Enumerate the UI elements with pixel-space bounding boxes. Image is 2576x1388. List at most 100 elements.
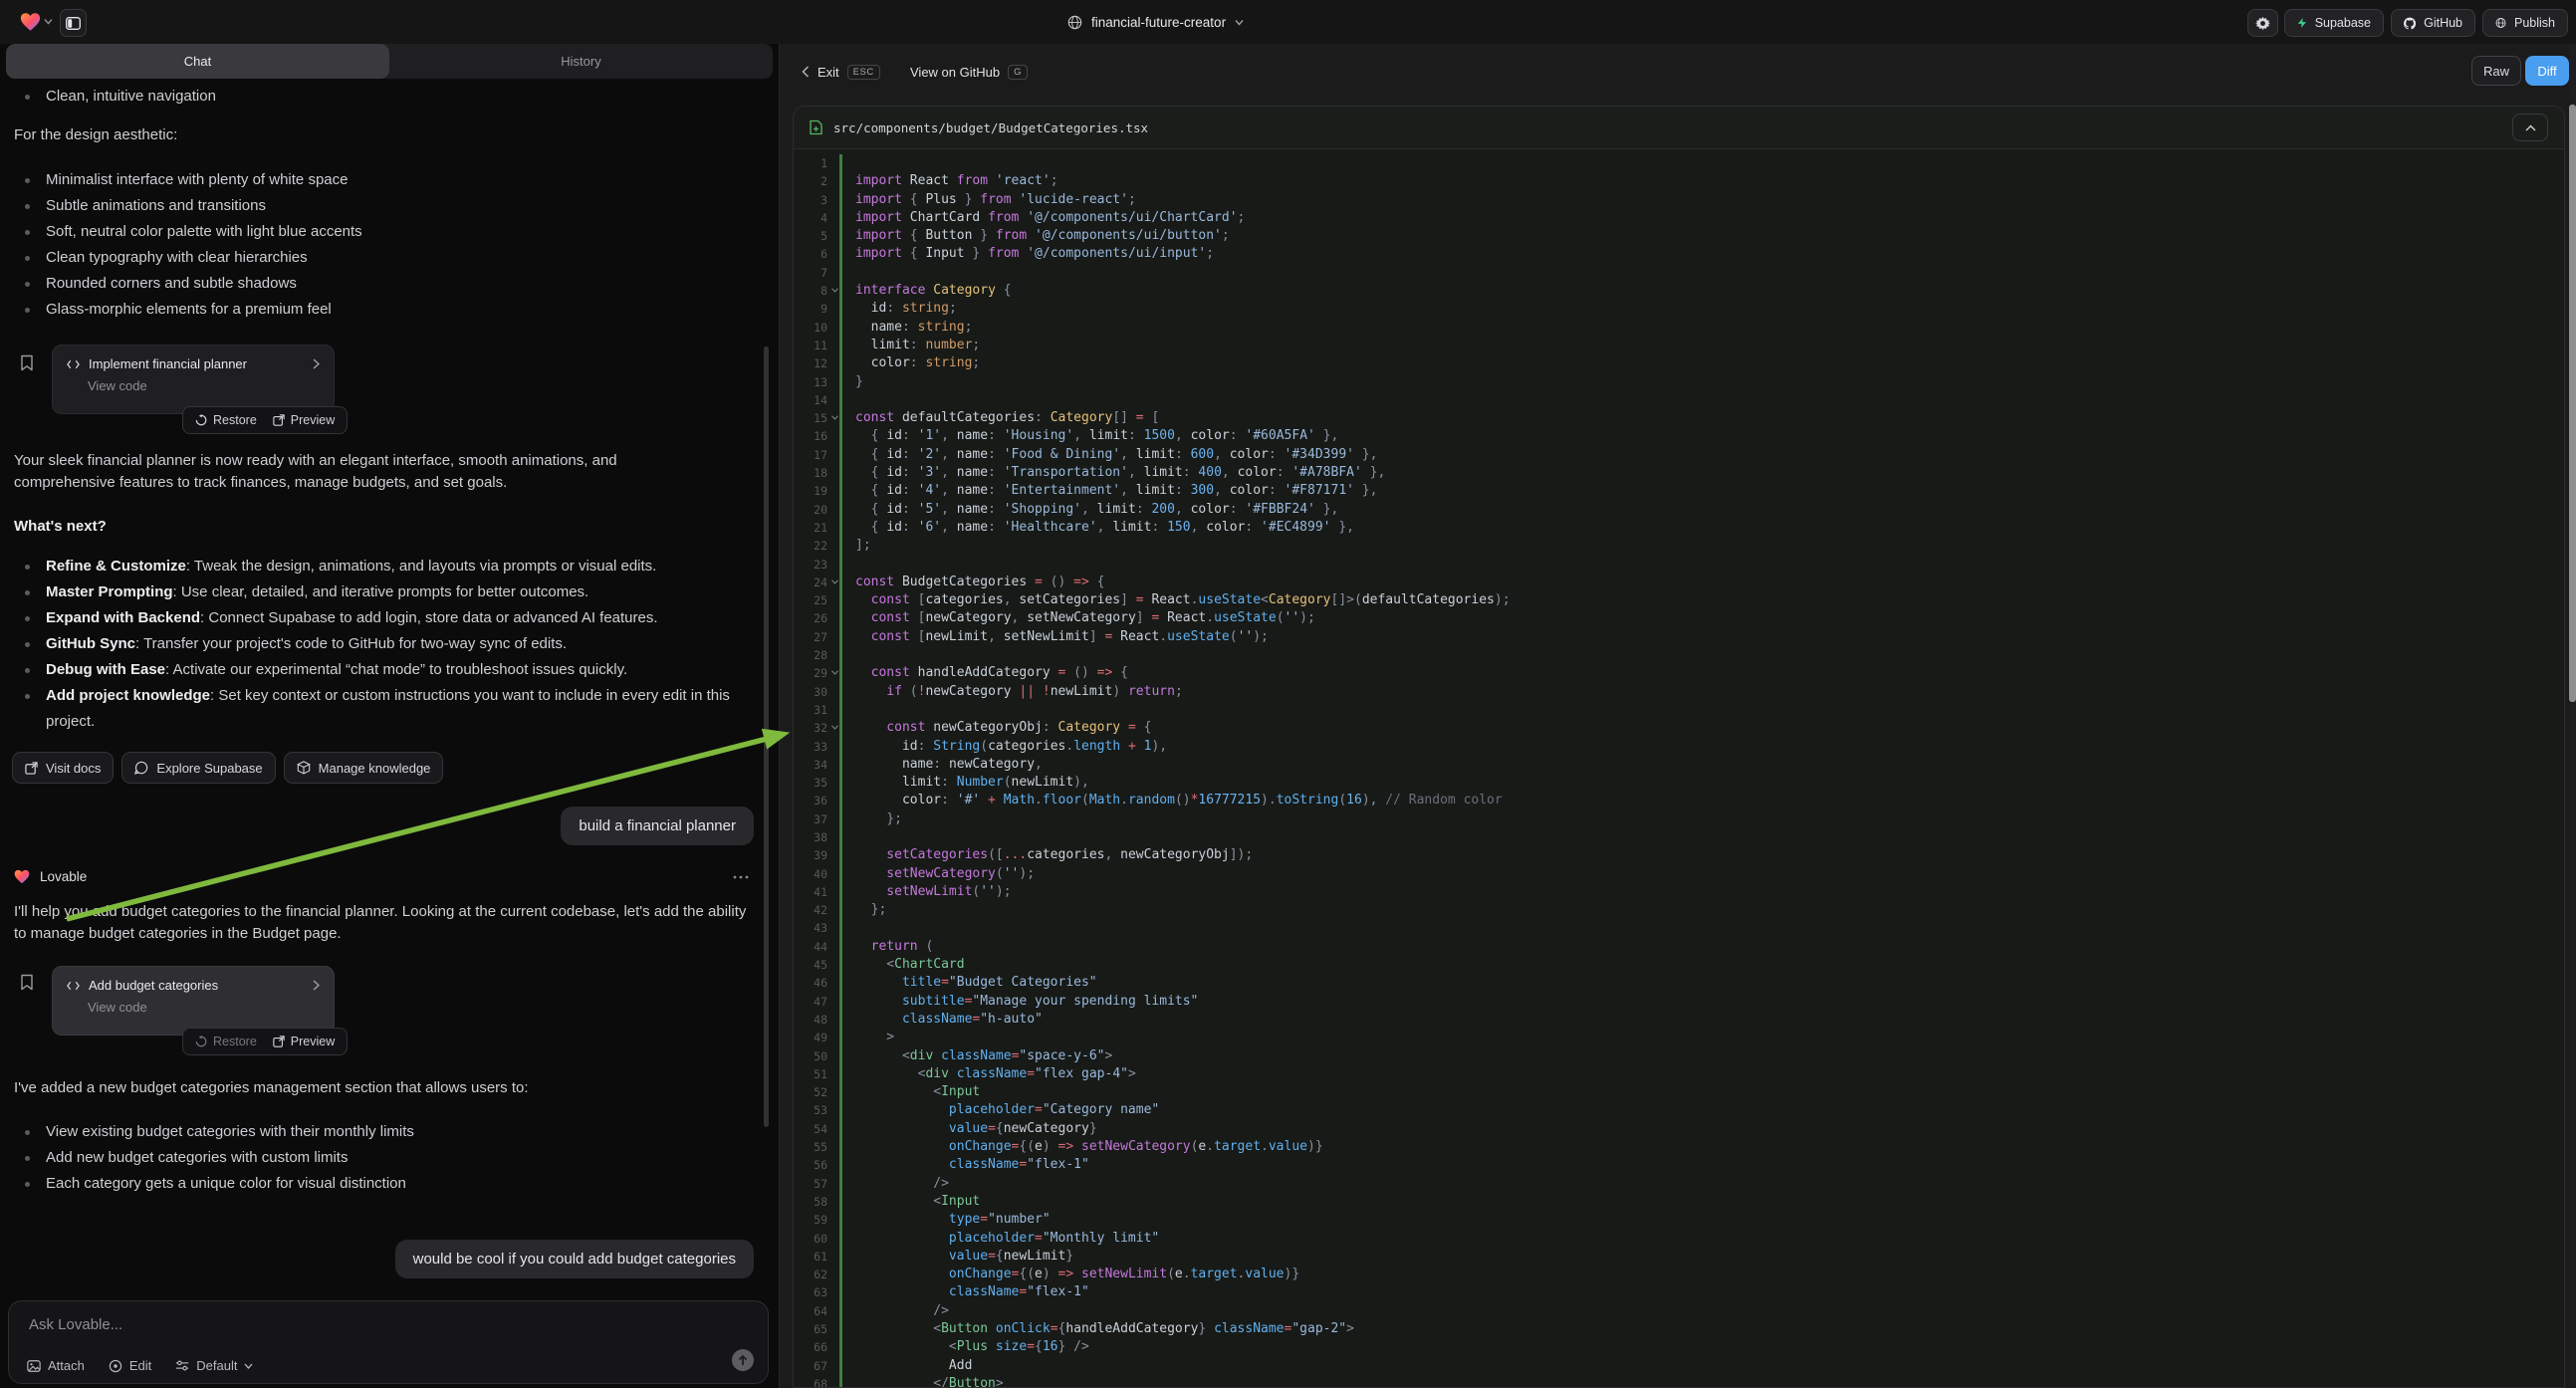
project-name: financial-future-creator xyxy=(1091,15,1226,30)
code-line: 38 xyxy=(794,828,2564,846)
line-number: 29 xyxy=(794,664,839,682)
user-message-bubble: would be cool if you could add budget ca… xyxy=(395,1240,754,1278)
send-button[interactable] xyxy=(732,1349,754,1371)
view-code-link[interactable]: View code xyxy=(88,1000,320,1015)
chat-input[interactable] xyxy=(27,1315,628,1334)
bookmark-icon[interactable] xyxy=(20,974,34,991)
code-line-text: { id: '6', name: 'Healthcare', limit: 15… xyxy=(839,519,1354,537)
code-line-text: title="Budget Categories" xyxy=(839,974,1097,992)
code-line-text xyxy=(839,828,863,846)
restore-icon xyxy=(195,1036,207,1047)
supabase-button[interactable]: Supabase xyxy=(2284,9,2384,37)
collapse-file-button[interactable] xyxy=(2512,114,2548,141)
lovable-logo-icon[interactable] xyxy=(20,12,41,32)
fold-chevron-icon[interactable] xyxy=(831,725,838,730)
project-chevron-down-icon xyxy=(1235,19,1244,26)
line-number: 66 xyxy=(794,1338,839,1356)
publish-globe-icon xyxy=(2495,16,2506,30)
design-bullet-list: Minimalist interface with plenty of whit… xyxy=(14,167,749,323)
code-line-text: setNewLimit(''); xyxy=(839,883,1012,901)
bookmark-icon[interactable] xyxy=(20,354,34,371)
line-number: 21 xyxy=(794,519,839,537)
code-editor[interactable]: 1 2import React from 'react';3import { P… xyxy=(794,149,2564,1388)
mode-select[interactable]: Default xyxy=(175,1358,253,1373)
view-code-link[interactable]: View code xyxy=(88,378,320,393)
app-window: financial-future-creator Supabase GitHub xyxy=(0,0,2576,1388)
github-button[interactable]: GitHub xyxy=(2391,9,2475,37)
code-line: 60 placeholder="Monthly limit" xyxy=(794,1230,2564,1248)
line-number: 28 xyxy=(794,646,839,664)
visit-docs-button[interactable]: Visit docs xyxy=(12,752,114,784)
code-line: 49 > xyxy=(794,1029,2564,1046)
project-title-group[interactable]: financial-future-creator xyxy=(1067,0,1244,44)
version-card-implement-financial-planner[interactable]: Implement financial planner View code Re… xyxy=(52,345,335,414)
line-number: 7 xyxy=(794,264,839,282)
code-line: 5import { Button } from '@/components/ui… xyxy=(794,227,2564,245)
manage-knowledge-button[interactable]: Manage knowledge xyxy=(284,752,444,784)
code-line: 19 { id: '4', name: 'Entertainment', lim… xyxy=(794,482,2564,500)
code-line: 1 xyxy=(794,154,2564,172)
explore-supabase-button[interactable]: Explore Supabase xyxy=(121,752,275,784)
line-number: 9 xyxy=(794,300,839,318)
line-number: 23 xyxy=(794,556,839,574)
chat-scrollbar[interactable] xyxy=(764,347,769,1127)
code-line: 40 setNewCategory(''); xyxy=(794,865,2564,883)
restore-button[interactable]: Restore xyxy=(195,1035,257,1048)
chat-sidebar: Chat History Clean, intuitive navigation… xyxy=(0,44,779,1388)
code-line: 12 color: string; xyxy=(794,354,2564,372)
code-line: 53 placeholder="Category name" xyxy=(794,1101,2564,1119)
code-line-text: const [newCategory, setNewCategory] = Re… xyxy=(839,609,1315,627)
sidebar-toggle-button[interactable] xyxy=(60,9,87,37)
code-line: 57 /> xyxy=(794,1175,2564,1193)
tab-history[interactable]: History xyxy=(389,44,773,79)
line-number: 20 xyxy=(794,501,839,519)
code-line: 65 <Button onClick={handleAddCategory} c… xyxy=(794,1320,2564,1338)
exit-button[interactable]: Exit ESC xyxy=(802,57,880,87)
line-number: 67 xyxy=(794,1357,839,1375)
settings-button[interactable] xyxy=(2247,9,2278,37)
view-on-github-button[interactable]: View on GitHub G xyxy=(910,57,1028,87)
restore-button[interactable]: Restore xyxy=(195,413,257,427)
fold-chevron-icon[interactable] xyxy=(831,288,838,293)
attach-button[interactable]: Attach xyxy=(27,1358,85,1373)
version-card-add-budget-categories[interactable]: Add budget categories View code Restore … xyxy=(52,966,335,1036)
preview-button[interactable]: Preview xyxy=(273,413,335,427)
code-line-text: import { Plus } from 'lucide-react'; xyxy=(839,191,1136,209)
raw-toggle-button[interactable]: Raw xyxy=(2471,56,2521,86)
whats-next-list: Refine & Customize: Tweak the design, an… xyxy=(14,554,749,735)
code-line: 48 className="h-auto" xyxy=(794,1011,2564,1029)
list-item: Refine & Customize: Tweak the design, an… xyxy=(14,554,749,579)
tab-chat[interactable]: Chat xyxy=(6,44,389,79)
code-line: 37 }; xyxy=(794,810,2564,828)
publish-button[interactable]: Publish xyxy=(2482,9,2568,37)
diff-toggle-button[interactable]: Diff xyxy=(2525,56,2569,86)
code-line: 16 { id: '1', name: 'Housing', limit: 15… xyxy=(794,427,2564,445)
line-number: 51 xyxy=(794,1065,839,1083)
list-item: Add new budget categories with custom li… xyxy=(14,1145,749,1171)
scrollbar-thumb[interactable] xyxy=(2569,105,2576,702)
file-added-icon xyxy=(810,119,822,135)
code-line-text: if (!newCategory || !newLimit) return; xyxy=(839,683,1183,701)
code-line-text: <Plus size={16} /> xyxy=(839,1338,1089,1356)
code-line: 32 const newCategoryObj: Category = { xyxy=(794,719,2564,737)
list-item: Expand with Backend: Connect Supabase to… xyxy=(14,605,749,631)
fold-chevron-icon[interactable] xyxy=(831,579,838,584)
file-header[interactable]: src/components/budget/BudgetCategories.t… xyxy=(794,107,2564,149)
preview-button[interactable]: Preview xyxy=(273,1035,335,1048)
fold-chevron-icon[interactable] xyxy=(831,415,838,420)
code-line-text: onChange={(e) => setNewCategory(e.target… xyxy=(839,1138,1323,1156)
window-scrollbar[interactable] xyxy=(2569,44,2576,1388)
edit-button[interactable]: Edit xyxy=(109,1358,151,1373)
code-line-text: setNewCategory(''); xyxy=(839,865,1035,883)
code-line-text: const newCategoryObj: Category = { xyxy=(839,719,1151,737)
line-number: 63 xyxy=(794,1283,839,1301)
code-line: 47 subtitle="Manage your spending limits… xyxy=(794,993,2564,1011)
more-options-icon[interactable] xyxy=(733,875,749,879)
line-number: 18 xyxy=(794,464,839,482)
fold-chevron-icon[interactable] xyxy=(831,670,838,675)
logo-chevron-down-icon[interactable] xyxy=(44,18,53,25)
code-line-text: value={newCategory} xyxy=(839,1120,1097,1138)
code-line: 62 onChange={(e) => setNewLimit(e.target… xyxy=(794,1266,2564,1283)
code-line-text: import React from 'react'; xyxy=(839,172,1058,190)
code-line: 31 xyxy=(794,701,2564,719)
